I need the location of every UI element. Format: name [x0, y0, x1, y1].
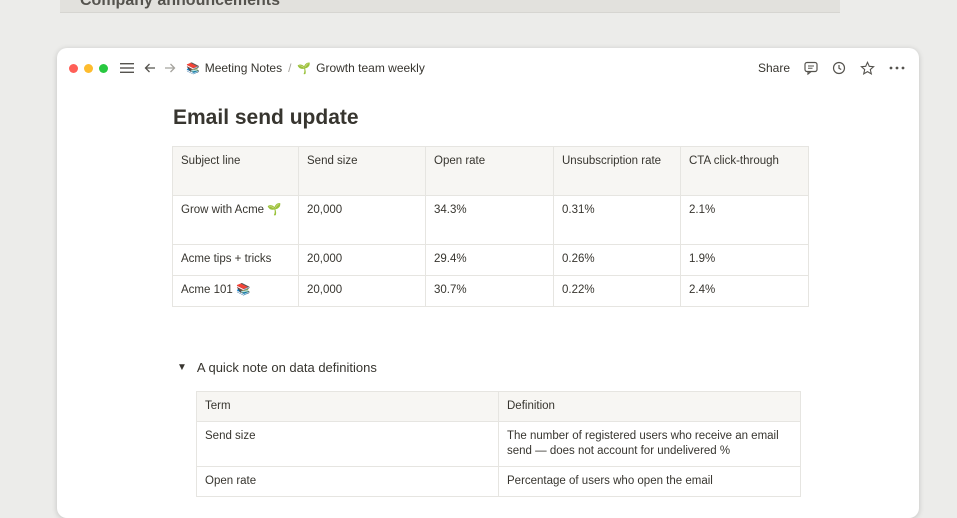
toggle-triangle-icon[interactable]: ▼ — [177, 362, 187, 373]
table-cell[interactable]: 2.1% — [680, 195, 809, 245]
top-right-toolbar: Share — [758, 48, 905, 88]
star-favorite-icon[interactable] — [860, 60, 875, 76]
table-cell[interactable]: 29.4% — [425, 244, 554, 276]
table-row: Acme tips + tricks 20,000 29.4% 0.26% 1.… — [172, 244, 809, 276]
table-cell[interactable]: 2.4% — [680, 275, 809, 307]
table-cell[interactable]: Acme tips + tricks — [172, 244, 299, 276]
column-header-subject-line[interactable]: Subject line — [172, 146, 299, 196]
table-cell[interactable]: 20,000 — [298, 275, 426, 307]
column-header-cta-click-through[interactable]: CTA click-through — [680, 146, 809, 196]
background-window-title: Company announcements — [80, 0, 281, 9]
table-cell[interactable]: Acme 101 📚 — [172, 275, 299, 307]
table-cell[interactable]: 0.26% — [553, 244, 681, 276]
table-header-row: Subject line Send size Open rate Unsubsc… — [172, 146, 809, 196]
table-cell[interactable]: 0.22% — [553, 275, 681, 307]
column-header-definition[interactable]: Definition — [498, 391, 801, 422]
page-title[interactable]: Email send update — [173, 106, 359, 130]
maximize-window-button[interactable] — [99, 63, 108, 73]
history-clock-icon[interactable] — [832, 61, 846, 75]
column-header-unsubscription-rate[interactable]: Unsubscription rate — [553, 146, 681, 196]
background-window-strip: Company announcements — [60, 0, 840, 13]
column-header-term[interactable]: Term — [196, 391, 499, 422]
breadcrumb-item-growth-team-weekly[interactable]: 🌱 Growth team weekly — [297, 61, 424, 75]
back-arrow-icon[interactable] — [144, 62, 156, 74]
table-cell[interactable]: 20,000 — [298, 244, 426, 276]
table-row: Acme 101 📚 20,000 30.7% 0.22% 2.4% — [172, 275, 809, 307]
table-cell[interactable]: 1.9% — [680, 244, 809, 276]
table-cell[interactable]: 30.7% — [425, 275, 554, 307]
column-header-open-rate[interactable]: Open rate — [425, 146, 554, 196]
books-icon: 📚 — [186, 63, 200, 75]
table-cell[interactable]: 34.3% — [425, 195, 554, 245]
breadcrumb-item-meeting-notes[interactable]: 📚 Meeting Notes — [186, 61, 282, 75]
data-definitions-toggle[interactable]: ▼ A quick note on data definitions — [177, 360, 377, 375]
definitions-table: Term Definition Send size The number of … — [196, 391, 801, 497]
table-cell[interactable]: Grow with Acme 🌱 — [172, 195, 299, 245]
window-controls — [69, 63, 108, 73]
table-cell[interactable]: 0.31% — [553, 195, 681, 245]
forward-arrow-icon[interactable] — [164, 62, 176, 74]
comment-icon[interactable] — [804, 61, 818, 75]
table-row: Grow with Acme 🌱 20,000 34.3% 0.31% 2.1% — [172, 195, 809, 245]
table-row: Send size The number of registered users… — [196, 421, 801, 467]
breadcrumb-separator: / — [288, 61, 292, 75]
close-window-button[interactable] — [69, 63, 78, 73]
sprout-icon: 🌱 — [297, 63, 312, 75]
table-cell[interactable]: Percentage of users who open the email — [498, 466, 801, 497]
top-bar: 📚 Meeting Notes / 🌱 Growth team weekly Sha… — [57, 48, 919, 88]
toggle-label: A quick note on data definitions — [196, 360, 377, 375]
email-send-table: Subject line Send size Open rate Unsubsc… — [172, 146, 809, 307]
app-window: 📚 Meeting Notes / 🌱 Growth team weekly Sha… — [57, 48, 919, 518]
menu-icon[interactable] — [120, 62, 134, 74]
table-row: Open rate Percentage of users who open t… — [196, 466, 801, 497]
minimize-window-button[interactable] — [84, 63, 93, 73]
table-cell[interactable]: Open rate — [196, 466, 499, 497]
table-cell[interactable]: 20,000 — [298, 195, 426, 245]
column-header-send-size[interactable]: Send size — [298, 146, 426, 196]
table-header-row: Term Definition — [196, 391, 801, 422]
table-cell[interactable]: The number of registered users who recei… — [498, 421, 801, 467]
breadcrumb: 📚 Meeting Notes / 🌱 Growth team weekly — [186, 61, 425, 75]
more-options-icon[interactable] — [889, 66, 905, 70]
share-button[interactable]: Share — [758, 61, 790, 75]
table-cell[interactable]: Send size — [196, 421, 499, 467]
